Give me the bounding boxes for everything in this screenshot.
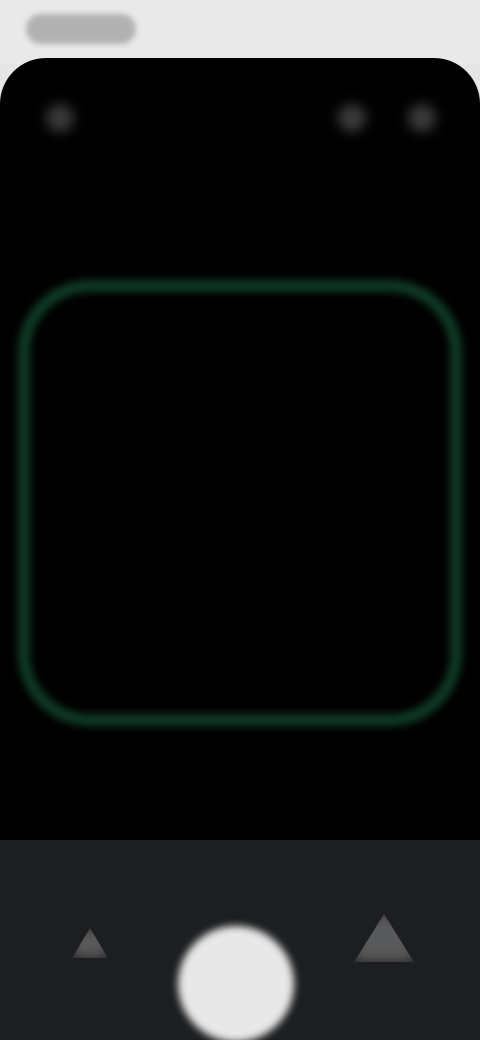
scan-frame [18, 280, 462, 726]
switch-camera-icon [354, 914, 414, 962]
gallery-icon [72, 928, 108, 958]
shutter-button[interactable] [178, 926, 294, 1040]
gallery-button[interactable] [62, 912, 118, 968]
status-bar [0, 0, 480, 64]
settings-icon[interactable] [46, 104, 74, 132]
flash-icon[interactable] [338, 104, 366, 132]
camera-viewfinder [0, 58, 480, 1040]
camera-bottom-bar [0, 840, 480, 1040]
top-controls [0, 58, 480, 178]
status-time-indicator [26, 14, 136, 44]
switch-camera-button[interactable] [346, 902, 422, 972]
more-icon[interactable] [408, 104, 436, 132]
